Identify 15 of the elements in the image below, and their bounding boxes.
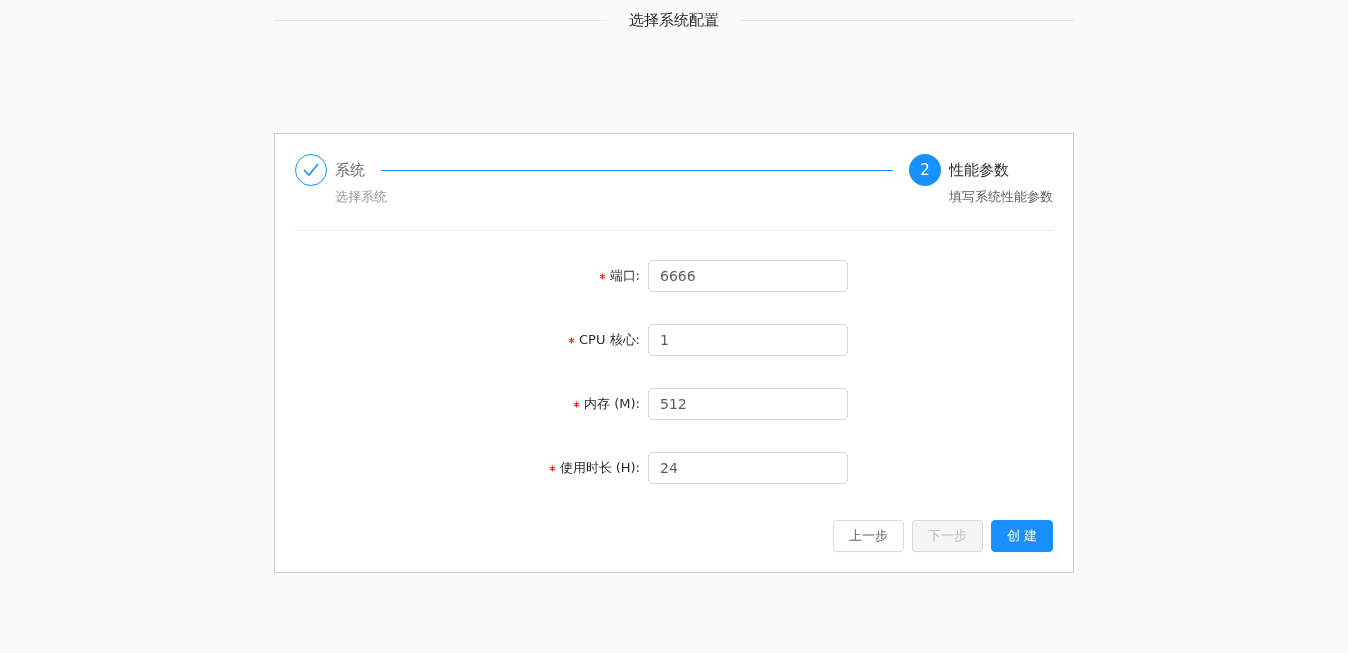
step-title: 性能参数 xyxy=(949,160,1009,180)
section-title: 选择系统配置 xyxy=(629,10,719,30)
input-field[interactable]: 24 xyxy=(648,452,848,484)
previous-step-button[interactable]: 上一步 xyxy=(832,520,904,552)
step-description: 选择系统 xyxy=(335,188,388,206)
input-field[interactable]: 512 xyxy=(648,388,848,420)
field-label: 使用时长 (H): xyxy=(559,460,640,475)
field-label: CPU 核心: xyxy=(579,332,640,347)
field-label: 内存 (M): xyxy=(584,396,640,411)
field-label: 端口: xyxy=(609,268,640,283)
input-field[interactable]: 1 xyxy=(648,324,848,356)
input-field[interactable]: 6666 xyxy=(648,260,848,292)
step-title: 系统 xyxy=(335,160,365,180)
step-description: 填写系统性能参数 xyxy=(949,188,1053,206)
step-number: 2 xyxy=(909,154,941,186)
